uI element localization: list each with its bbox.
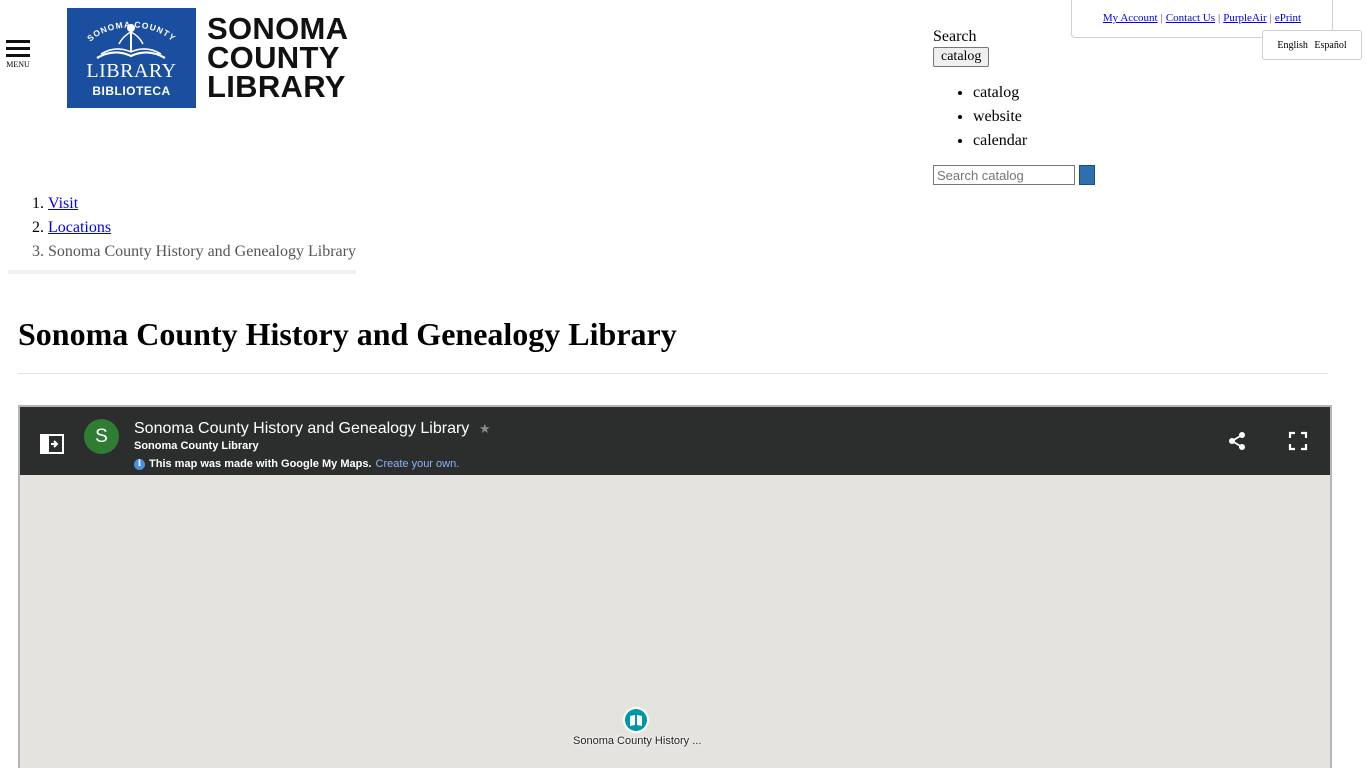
fullscreen-icon[interactable]	[1288, 431, 1308, 451]
map-canvas[interactable]: Sonoma County History ...	[20, 475, 1330, 768]
separator: |	[1160, 12, 1163, 24]
embedded-map[interactable]: S Sonoma County History and Genealogy Li…	[18, 405, 1332, 768]
logo-tile-biblioteca: BIBLIOTECA	[92, 84, 171, 98]
create-your-own-link[interactable]: Create your own.	[376, 458, 460, 470]
brand-wordmark[interactable]: SONOMA COUNTY LIBRARY	[207, 11, 349, 104]
contact-us-link[interactable]: Contact Us	[1166, 12, 1215, 24]
language-english[interactable]: English	[1277, 40, 1308, 51]
separator: |	[1269, 12, 1272, 24]
scope-option-calendar[interactable]: calendar	[973, 129, 1027, 153]
separator: |	[1218, 12, 1221, 24]
hamburger-bar	[6, 54, 30, 57]
breadcrumb-locations[interactable]: Locations	[48, 219, 111, 236]
search-area: Search catalog catalog website calendar	[933, 28, 1095, 185]
share-icon[interactable]	[1228, 431, 1246, 451]
eprint-link[interactable]: ePrint	[1275, 12, 1301, 24]
language-switcher: English Español	[1262, 30, 1362, 60]
divider	[18, 373, 1328, 374]
open-side-panel-icon[interactable]	[40, 434, 64, 454]
scope-option-catalog[interactable]: catalog	[973, 81, 1027, 105]
search-label: Search	[933, 28, 977, 45]
hamburger-bar	[6, 47, 30, 50]
page-title: Sonoma County History and Genealogy Libr…	[18, 316, 677, 352]
book-icon	[630, 715, 642, 726]
map-note-text: This map was made with Google My Maps.	[149, 458, 372, 470]
my-account-link[interactable]: My Account	[1103, 12, 1158, 24]
brand-line: LIBRARY	[207, 69, 346, 104]
map-subtitle: Sonoma County Library	[134, 440, 259, 452]
open-book-icon: SONOMA COUNTY	[85, 19, 177, 59]
search-scope-button[interactable]: catalog	[933, 47, 990, 67]
hamburger-icon	[6, 40, 30, 43]
menu-button[interactable]: MENU	[4, 40, 32, 69]
breadcrumb-current: Sonoma County History and Genealogy Libr…	[48, 240, 356, 264]
map-header-bar: S Sonoma County History and Genealogy Li…	[20, 407, 1330, 475]
map-title: Sonoma County History and Genealogy Libr…	[134, 420, 470, 437]
map-pin[interactable]	[623, 707, 649, 733]
breadcrumb: Visit Locations Sonoma County History an…	[8, 192, 356, 274]
map-pin-fill	[625, 709, 647, 731]
purpleair-link[interactable]: PurpleAir	[1223, 12, 1266, 24]
brand-line: SONOMA	[207, 11, 349, 46]
logo-tile-library: LIBRARY	[86, 60, 177, 82]
search-submit-button[interactable]	[1079, 165, 1095, 185]
library-logo[interactable]: SONOMA COUNTY LIBRARY BIBLIOTECA	[67, 8, 196, 108]
star-icon[interactable]: ★	[479, 421, 491, 437]
search-input[interactable]	[933, 165, 1075, 185]
breadcrumb-visit[interactable]: Visit	[48, 195, 78, 212]
brand-line: COUNTY	[207, 40, 340, 75]
map-owner-avatar: S	[84, 419, 119, 454]
map-made-with-note: i This map was made with Google My Maps.…	[134, 458, 459, 470]
map-pin-label: Sonoma County History ...	[573, 735, 702, 747]
menu-label: MENU	[6, 60, 30, 69]
scope-option-website[interactable]: website	[973, 105, 1027, 129]
info-icon: i	[134, 458, 145, 470]
search-scope-list: catalog website calendar	[933, 81, 1027, 153]
search-row	[933, 165, 1095, 185]
language-espanol[interactable]: Español	[1314, 40, 1346, 51]
